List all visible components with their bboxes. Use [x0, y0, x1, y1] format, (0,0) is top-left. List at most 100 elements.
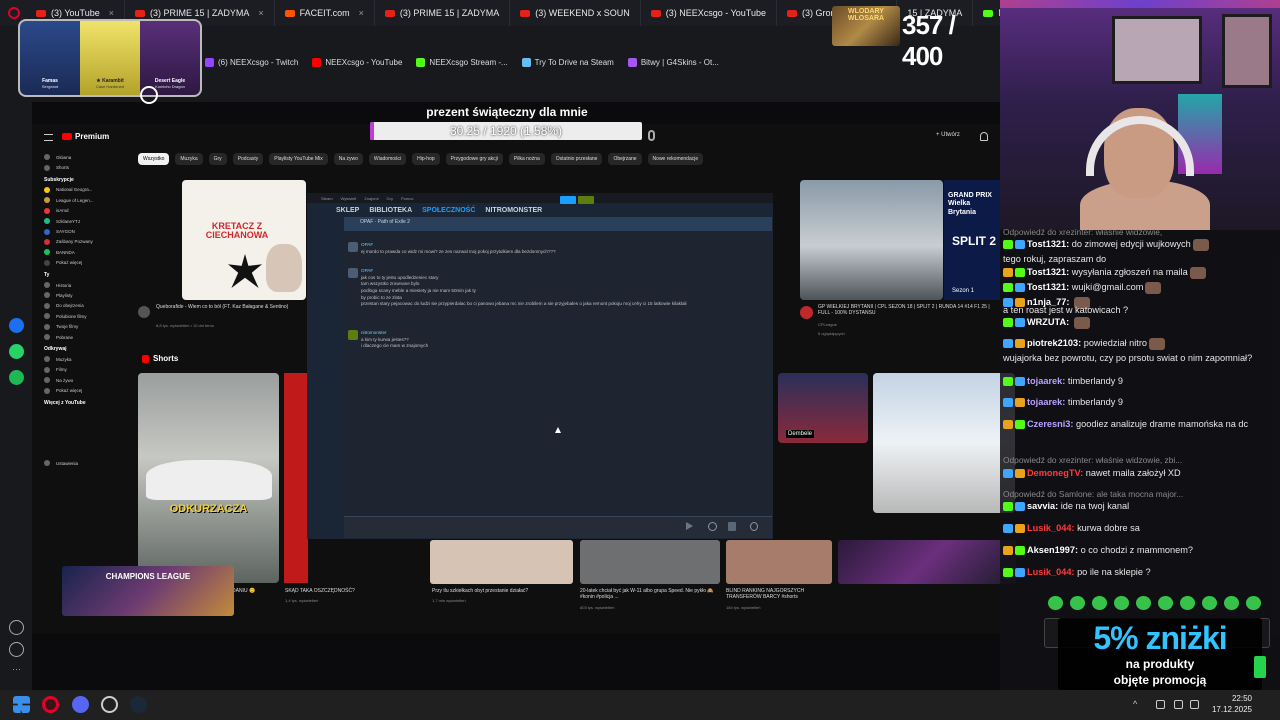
sidebar-section-title[interactable]: Odkrywaj [40, 342, 120, 354]
bookmark-item[interactable]: (6) NEEXcsgo - Twitch [205, 58, 298, 67]
sidebar-item[interactable]: National Geogra... [40, 185, 120, 195]
chat-username[interactable]: WRZUTA: [1027, 317, 1069, 327]
filter-chip[interactable]: Gry [208, 153, 227, 165]
filter-chip[interactable]: Hip-hop [412, 153, 440, 165]
message-author[interactable]: nitromonster [361, 330, 761, 337]
sidebar-item[interactable]: Zaśbany Pozwany [40, 237, 120, 247]
bookmark-item[interactable]: NEEXcsgo Stream -... [416, 58, 508, 67]
steam-menu-item[interactable]: Wyświetl [341, 196, 357, 201]
filter-chip[interactable]: Wszystko [138, 153, 170, 165]
emote-icon[interactable] [1246, 596, 1261, 610]
filter-chip[interactable]: Ostatnio przesłane [550, 153, 603, 165]
sidebar-item[interactable]: SAYGON [40, 226, 120, 236]
short-thumbnail[interactable] [873, 373, 1015, 513]
chat-username[interactable]: Lusik_044: [1027, 523, 1075, 533]
sidebar-item[interactable]: Playlisty [40, 290, 120, 300]
chat-username[interactable]: Tost1321: [1027, 282, 1069, 292]
bookmark-item[interactable]: NEEXcsgo - YouTube [312, 58, 402, 67]
emote-icon[interactable] [1224, 596, 1239, 610]
message-author[interactable]: OPAF [361, 268, 761, 275]
chat-username[interactable]: Lusik_044: [1027, 567, 1075, 577]
browser-tab[interactable]: (3) PRIME 15 | ZADYMA [375, 0, 511, 26]
emote-icon[interactable] [1136, 596, 1151, 610]
clock-date[interactable]: 17.12.2025 [1206, 705, 1252, 714]
steam-tab[interactable] [560, 196, 576, 204]
close-icon[interactable]: × [258, 8, 263, 18]
filter-chip[interactable]: Obejrzane [608, 153, 642, 165]
youtube-logo[interactable]: Premium [62, 132, 109, 141]
steam-menu-item[interactable]: Pomoc [401, 196, 413, 201]
short-title[interactable]: BLIND RANKING NAJGORSZYCH TRANSFERÓW BAR… [726, 588, 836, 600]
clock-time[interactable]: 22:50 [1224, 694, 1252, 703]
messenger-icon[interactable] [9, 318, 24, 333]
sidebar-item[interactable]: Twoje filmy [40, 321, 120, 331]
emote-icon[interactable] [1070, 596, 1085, 610]
sidebar-item[interactable]: Do obejrzenia [40, 301, 120, 311]
filter-chip[interactable]: Podcasty [232, 153, 264, 165]
steam-nav-item[interactable]: BIBLIOTEKA [369, 207, 412, 214]
sidebar-item[interactable]: Filmy [40, 365, 120, 375]
gift-icon[interactable] [728, 522, 736, 531]
microphone-icon[interactable] [1156, 700, 1165, 709]
sidebar-section-title[interactable]: Subskrypcje [40, 173, 120, 185]
heart-icon[interactable] [9, 620, 24, 635]
chat-username[interactable]: piotrek2103: [1027, 338, 1081, 348]
bookmark-item[interactable]: Try To Drive na Steam [521, 58, 614, 67]
steam-nav-item[interactable]: NITROMONSTER [485, 207, 542, 214]
sidebar-item[interactable]: isAmd [40, 206, 120, 216]
sidebar-item[interactable]: League of Legen... [40, 195, 120, 205]
chat-username[interactable]: Aksen1997: [1027, 545, 1078, 555]
sidebar-section-title[interactable]: Więcej z YouTube [40, 396, 120, 408]
bell-icon[interactable] [980, 132, 988, 141]
chat-username[interactable]: tojaarek: [1027, 397, 1065, 407]
chat-username[interactable]: Tost1321: [1027, 267, 1069, 277]
spotify-icon[interactable] [9, 370, 24, 385]
browser-tab[interactable]: (3) WEEKEND x SOUN [510, 0, 641, 26]
video-title[interactable]: Queborafide - Wiem co to ból (FT. Kaz Ba… [156, 304, 306, 310]
sidebar-item[interactable]: Muzyka [40, 354, 120, 364]
short-title[interactable]: SKĄD TAKA OSZCZĘDNOŚĆ? [285, 588, 425, 594]
bookmark-item[interactable]: Bitwy | G4Skins - Ot... [627, 58, 719, 67]
filter-chip[interactable]: Na żywo [333, 153, 363, 165]
chat-username[interactable]: savvia: [1027, 501, 1058, 511]
filter-chip[interactable]: Playlisty YouTube Mix [269, 153, 328, 165]
sidebar-item[interactable]: BANNDA [40, 247, 120, 257]
sidebar-section-title[interactable]: Ty [40, 268, 120, 280]
history-icon[interactable] [9, 642, 24, 657]
settings-item[interactable]: Ustawienia [40, 458, 120, 468]
close-icon[interactable]: × [359, 8, 364, 18]
filter-chip[interactable]: Muzyka [175, 153, 203, 165]
filter-chip[interactable]: Przygodowe gry akcji [445, 153, 503, 165]
opera-icon[interactable] [42, 696, 59, 713]
video-thumbnail[interactable] [800, 180, 943, 300]
browser-tab[interactable]: (3) NEEXcsgo - YouTube [641, 0, 777, 26]
steam-menu-item[interactable]: Steam [321, 196, 333, 201]
settings-icon[interactable] [101, 696, 118, 713]
sidebar-item[interactable]: Historia [40, 280, 120, 290]
network-icon[interactable] [1174, 700, 1183, 709]
steam-nav-item[interactable]: SKLEP [336, 207, 359, 214]
sidebar-item[interactable]: Pobrane [40, 332, 120, 342]
sidebar-item[interactable]: Na żywo [40, 375, 120, 385]
discord-icon[interactable] [72, 696, 89, 713]
hamburger-icon[interactable] [44, 134, 53, 141]
channel-name[interactable]: CPLeague [818, 322, 837, 327]
more-icon[interactable]: ··· [9, 664, 24, 679]
sidebar-item[interactable]: Pokaż więcej [40, 258, 120, 268]
emote-icon[interactable] [1180, 596, 1195, 610]
short-title[interactable]: 20-latek chciał być jak W-11 albo grupa … [580, 588, 720, 600]
filter-chip[interactable]: Nowe rekomendacje [647, 153, 704, 165]
emote-icon[interactable] [1202, 596, 1217, 610]
steam-icon[interactable] [130, 696, 147, 713]
voice-icon[interactable] [750, 522, 758, 531]
sidebar-item[interactable]: Polubione filmy [40, 311, 120, 321]
chat-username[interactable]: DemonegTV: [1027, 468, 1083, 478]
short-thumbnail[interactable] [430, 540, 573, 584]
create-button[interactable]: + Utwórz [936, 132, 960, 138]
volume-icon[interactable] [1190, 700, 1199, 709]
steam-menu-item[interactable]: Gry [387, 196, 393, 201]
sidebar-item[interactable]: Główna [40, 152, 120, 162]
close-icon[interactable]: × [109, 8, 114, 18]
emote-icon[interactable] [1158, 596, 1173, 610]
sidebar-item[interactable]: SzklaneYTJ [40, 216, 120, 226]
